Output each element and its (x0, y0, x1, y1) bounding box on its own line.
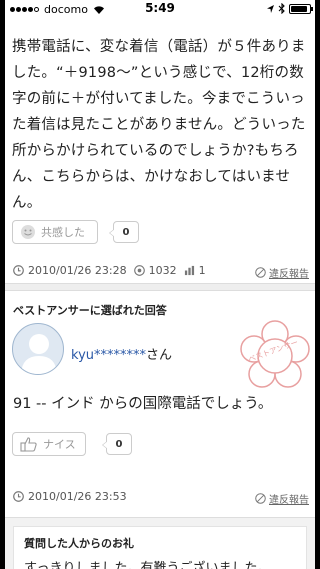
avatar[interactable] (12, 323, 64, 375)
location-arrow-icon (267, 4, 274, 13)
status-bar-right (266, 3, 313, 14)
screen: docomo 5:49 携帯電話に、変な着信（電話）が５件ありました。“＋919… (5, 0, 315, 569)
question-report-link[interactable]: 違反報告 (255, 265, 309, 280)
report-icon (255, 493, 266, 504)
sakura-stamp-icon: ベストアンサー (240, 320, 310, 388)
nice-count: 0 (102, 433, 132, 455)
question-meta: 2010/01/26 23:28 1032 1 (13, 264, 206, 277)
answer-report-label: 違反報告 (269, 495, 309, 506)
bluetooth-icon (278, 3, 285, 14)
answerer-name[interactable]: kyu********さん (71, 344, 172, 363)
nice-button[interactable]: ナイス (12, 432, 86, 456)
section-divider (5, 283, 315, 291)
smiley-icon (21, 225, 35, 239)
answer-text: 91 -- インド からの国際電話でしょう。 (13, 396, 273, 412)
nice-label: ナイス (43, 438, 76, 451)
best-answer-stamp: ベストアンサー (237, 318, 313, 394)
status-bar: docomo 5:49 (5, 0, 315, 18)
thanks-section: 質問した人からのお礼 すっきりしました。有難うございました。 (5, 517, 315, 569)
thanks-text: すっきりしました。有難うございました。 (24, 561, 271, 569)
views-icon (133, 265, 145, 276)
report-icon (255, 267, 266, 278)
answerer-username[interactable]: kyu******** (71, 348, 146, 363)
question-text: 携帯電話に、変な着信（電話）が５件ありました。“＋9198〜”という感じで、12… (12, 39, 306, 211)
question-views: 1032 (148, 264, 177, 277)
question-answers-count: 1 (198, 264, 206, 277)
default-user-icon (21, 334, 57, 374)
answers-icon (184, 265, 194, 276)
empathy-count: 0 (109, 221, 139, 243)
thanks-title: 質問した人からのお礼 (24, 537, 134, 550)
clock-icon (13, 265, 24, 276)
thumbs-up-icon (20, 437, 37, 452)
answer-report-link[interactable]: 違反報告 (255, 491, 309, 506)
answer-date: 2010/01/26 23:53 (28, 490, 127, 503)
best-answer-title: ベストアンサーに選ばれた回答 (13, 304, 167, 317)
answer-meta: 2010/01/26 23:53 (13, 490, 127, 503)
empathy-label: 共感した (41, 226, 85, 239)
answerer-honorific: さん (146, 348, 173, 363)
thanks-card: 質問した人からのお礼 すっきりしました。有難うございました。 (13, 526, 307, 569)
battery-icon (289, 3, 313, 14)
question-report-label: 違反報告 (269, 269, 309, 280)
clock-icon (13, 491, 24, 502)
question-date: 2010/01/26 23:28 (28, 264, 127, 277)
empathy-button[interactable]: 共感した (12, 220, 98, 244)
